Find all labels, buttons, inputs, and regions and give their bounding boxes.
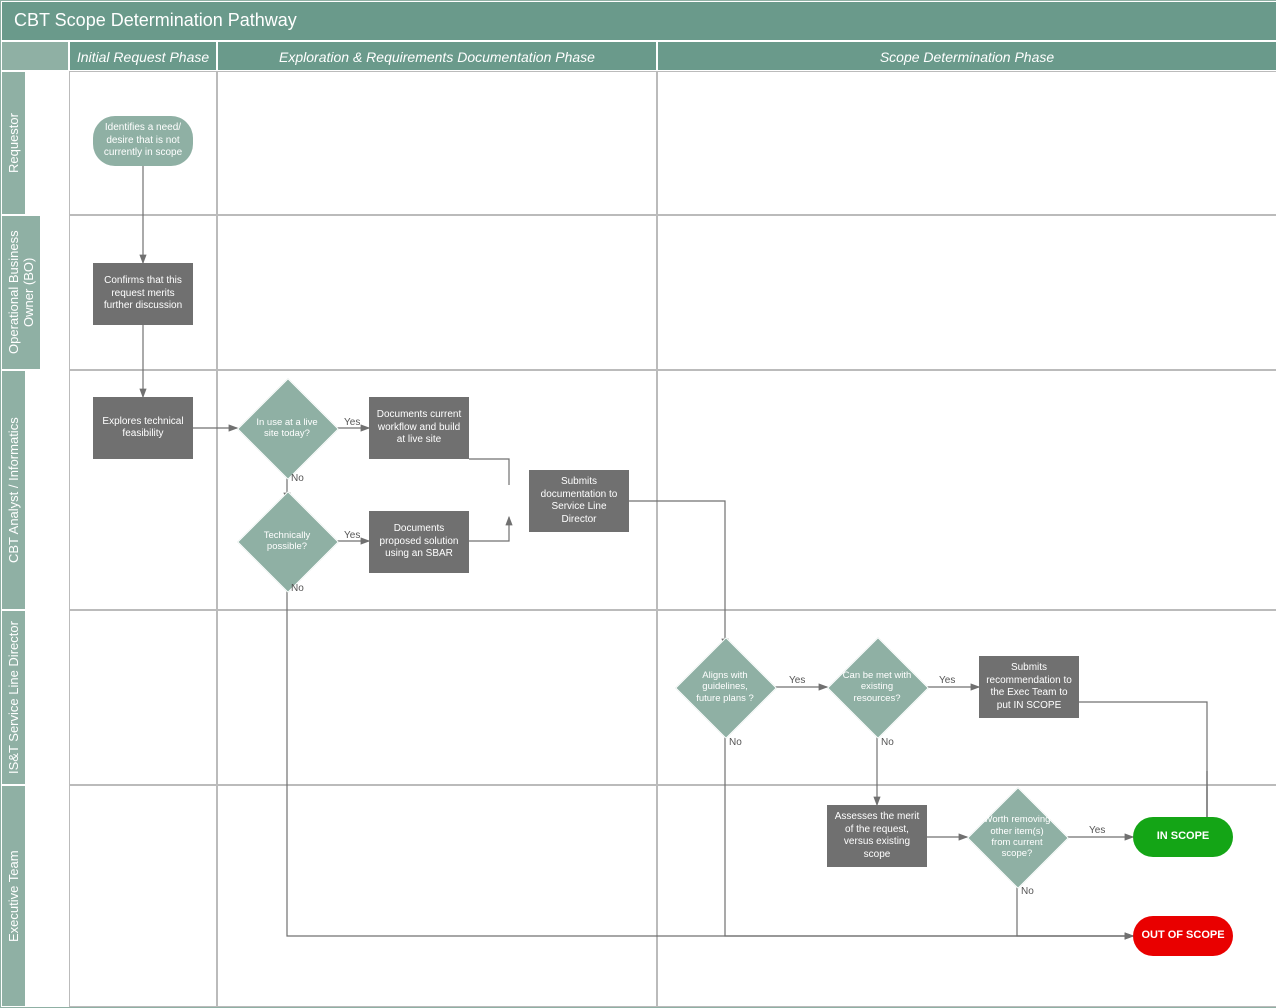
label-yes: Yes: [344, 417, 360, 428]
label-yes: Yes: [344, 530, 360, 541]
phase-exploration: Exploration & Requirements Documentation…: [217, 41, 657, 71]
label-no: No: [1021, 886, 1034, 897]
decision-resources: Can be met with existing resources?: [827, 647, 927, 727]
phase-scope: Scope Determination Phase: [657, 41, 1276, 71]
node-submits-sld: Submits documentation to Service Line Di…: [529, 470, 629, 532]
label-no: No: [291, 473, 304, 484]
node-assess: Assesses the merit of the request, versu…: [827, 805, 927, 867]
diagram-container: CBT Scope Determination Pathway Initial …: [0, 0, 1276, 1008]
phase-initial: Initial Request Phase: [69, 41, 217, 71]
node-doc-sbar: Documents proposed solution using an SBA…: [369, 511, 469, 573]
phase-header-row: Initial Request Phase Exploration & Requ…: [1, 41, 1276, 71]
lane-cbt-analyst: CBT Analyst / Informatics: [1, 370, 26, 610]
decision-technically-possible: Technically possible?: [237, 501, 337, 581]
node-explores: Explores technical feasibility: [93, 397, 193, 459]
decision-worth-removing: Worth removing other item(s) from curren…: [967, 797, 1067, 877]
header-corner: [1, 41, 69, 71]
diagram-title: CBT Scope Determination Pathway: [1, 1, 1276, 41]
node-submit-recommendation: Submits recommendation to the Exec Team …: [979, 656, 1079, 718]
terminator-in-scope: IN SCOPE: [1133, 817, 1233, 857]
node-doc-live: Documents current workflow and build at …: [369, 397, 469, 459]
node-start: Identifies a need/ desire that is not cu…: [93, 116, 193, 166]
label-yes: Yes: [1089, 825, 1105, 836]
label-no: No: [881, 737, 894, 748]
decision-aligns: Aligns with guidelines, future plans ?: [675, 647, 775, 727]
label-yes: Yes: [789, 675, 805, 686]
lane-service-line-director: IS&T Service Line Director: [1, 610, 26, 785]
lane-executive-team: Executive Team: [1, 785, 26, 1007]
diagram-grid: Identifies a need/ desire that is not cu…: [69, 71, 1276, 1007]
decision-live-site: In use at a live site today?: [237, 388, 337, 468]
node-confirms: Confirms that this request merits furthe…: [93, 263, 193, 325]
terminator-out-of-scope: OUT OF SCOPE: [1133, 916, 1233, 956]
label-no: No: [291, 583, 304, 594]
lane-business-owner: Operational Business Owner (BO): [1, 215, 41, 370]
lane-requestor: Requestor: [1, 71, 26, 215]
swimlane-headers: Requestor Operational Business Owner (BO…: [1, 71, 69, 1007]
label-no: No: [729, 737, 742, 748]
label-yes: Yes: [939, 675, 955, 686]
